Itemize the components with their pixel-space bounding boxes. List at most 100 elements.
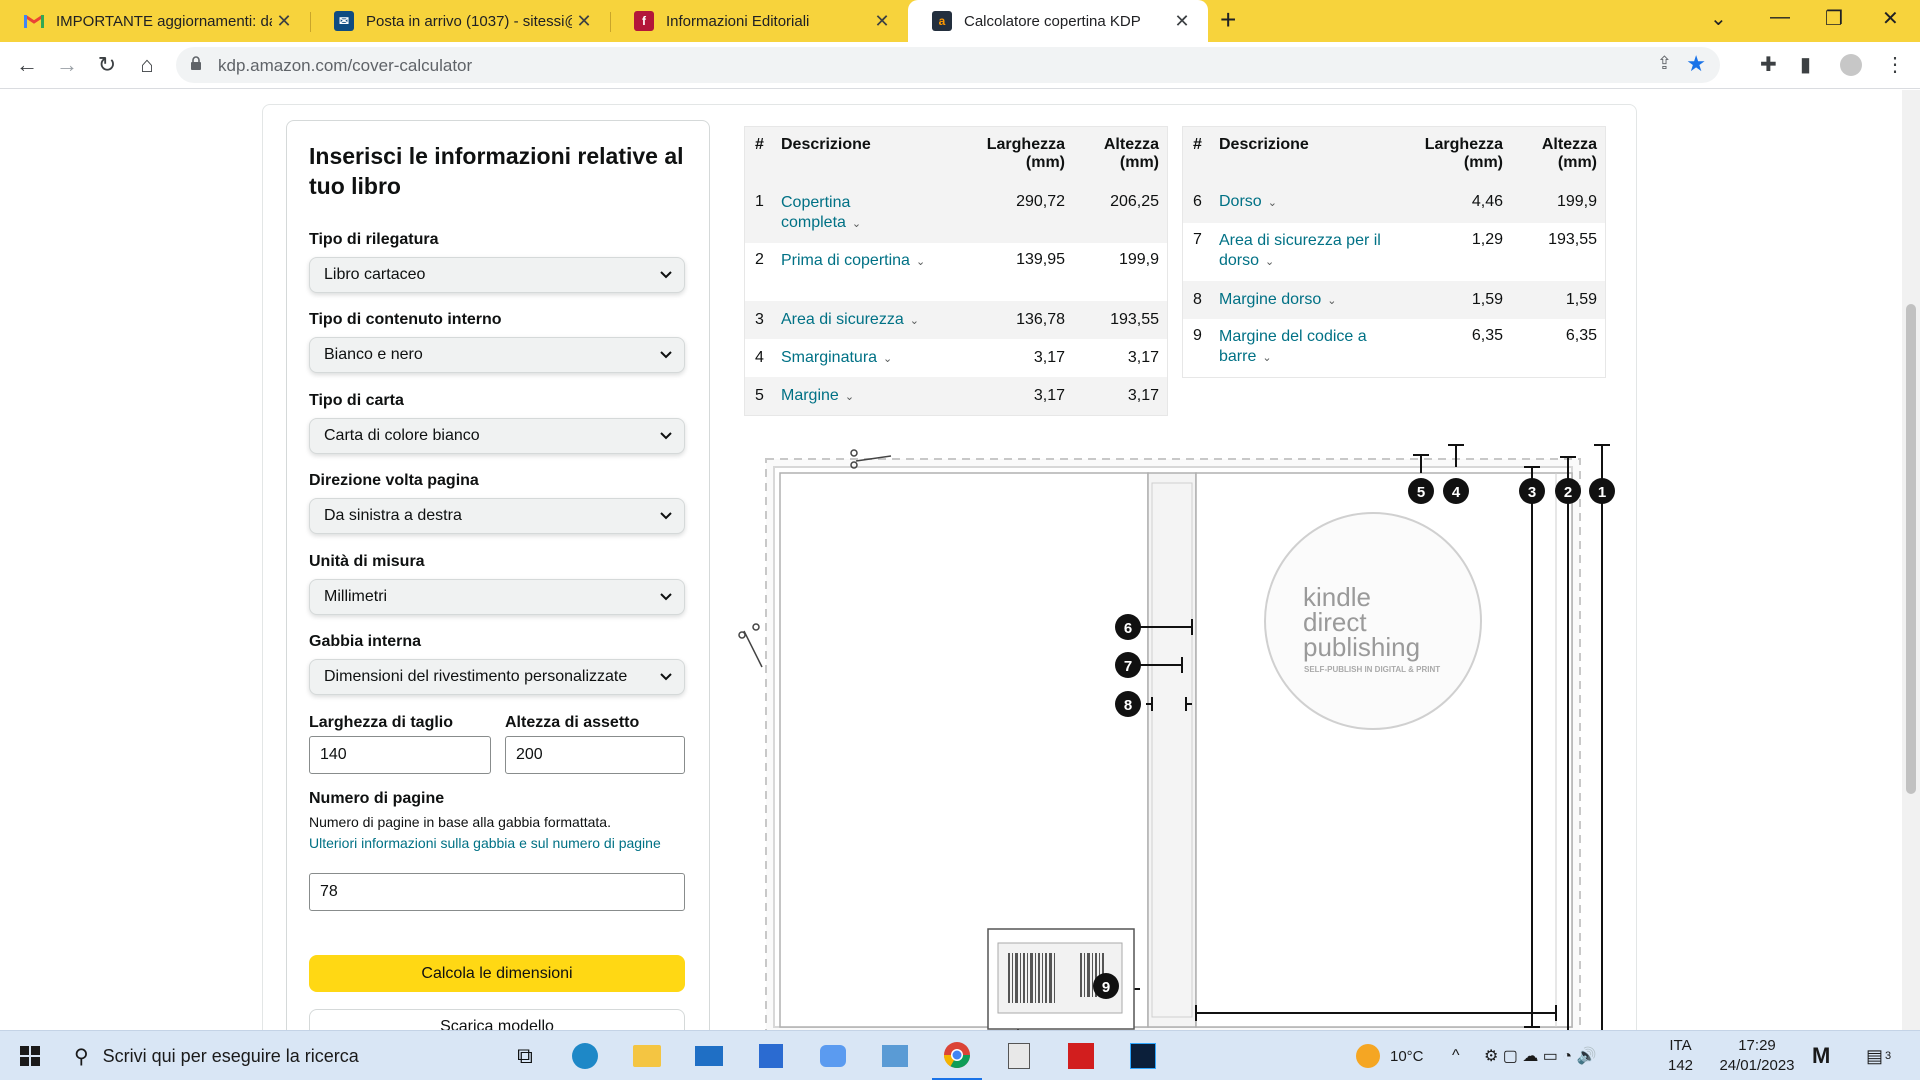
control-panel-icon[interactable] [870,1031,920,1080]
unit-select[interactable]: Millimetri [309,579,685,615]
restore-icon[interactable]: ❐ [1825,6,1843,31]
chrome-icon[interactable] [932,1031,982,1080]
close-icon[interactable]: ✕ [272,11,296,32]
row-desc-link[interactable]: Area di sicurezza per il dorso ⌄ [1219,231,1389,272]
direction-select[interactable]: Da sinistra a destra [309,498,685,534]
chevron-down-icon: ⌄ [1265,256,1275,268]
chat-icon[interactable] [808,1031,858,1080]
row-num: 2 [755,251,764,268]
row-num: 7 [1193,231,1202,248]
trim-width-input[interactable]: 140 [309,736,491,774]
reload-icon[interactable]: ↻ [92,50,122,80]
row-desc-link[interactable]: Smarginatura ⌄ [781,349,971,367]
notification-icon[interactable]: ▤ 3 [1866,1031,1891,1080]
close-window-icon[interactable]: ✕ [1882,6,1899,31]
paper-select[interactable]: Carta di colore bianco [309,418,685,454]
acrobat-icon[interactable] [1056,1031,1106,1080]
pages-input[interactable]: 78 [309,873,685,911]
tray-chevron-icon[interactable]: ^ [1452,1031,1460,1080]
chevron-down-icon: ⌄ [1262,352,1272,364]
row-desc-link[interactable]: Margine dorso ⌄ [1219,291,1409,309]
row-desc-link[interactable]: Area di sicurezza ⌄ [781,311,971,329]
file-explorer-icon[interactable] [622,1031,672,1080]
tab-search-icon[interactable]: ⌄ [1710,6,1727,31]
trim-label: Gabbia interna [309,633,422,650]
table-row: 6 Dorso ⌄ 4,46 199,9 [1183,185,1605,223]
row-desc-link[interactable]: Prima di copertina ⌄ [781,251,931,272]
row-desc: Area di sicurezza [781,311,904,328]
trim-height-input[interactable]: 200 [505,736,685,774]
trim-value: Dimensioni del rivestimento personalizza… [324,668,628,685]
row-num: 4 [755,349,764,366]
tab-editorial[interactable]: f Informazioni Editoriali ✕ [610,0,908,42]
close-icon[interactable]: ✕ [572,11,596,32]
row-desc-link[interactable]: Copertina completa ⌄ [781,193,891,234]
windows-start-icon[interactable] [10,1031,50,1080]
row-desc-link[interactable]: Dorso ⌄ [1219,193,1389,211]
forward-icon[interactable]: → [52,50,82,80]
row-height: 206,25 [1110,193,1159,210]
profile-avatar[interactable] [1840,54,1862,76]
direction-value: Da sinistra a destra [324,507,462,524]
mail-icon: ✉ [334,11,354,31]
marker-9: 9 [1102,979,1110,996]
edge-icon[interactable] [560,1031,610,1080]
trim-info-link[interactable]: Ulteriori informazioni sulla gabbia e su… [309,833,679,853]
row-desc-link[interactable]: Margine ⌄ [781,387,971,405]
chevron-down-icon: ⌄ [915,256,926,268]
weather-widget[interactable]: 10°C [1356,1031,1424,1080]
tab-title: Informazioni Editoriali [666,12,810,30]
row-desc-link[interactable]: Margine del codice a barre ⌄ [1219,327,1379,368]
store-icon[interactable] [746,1031,796,1080]
table-header: # Descrizione Larghezza (mm) Altezza (mm… [745,127,1167,185]
logo-text-publishing: publishing [1303,632,1420,662]
download-template-button[interactable]: Scarica modello [309,1009,685,1030]
task-view-icon[interactable]: ⧉ [500,1031,550,1080]
calculate-button[interactable]: Calcola le dimensioni [309,955,685,992]
interior-select[interactable]: Bianco e nero [309,337,685,373]
new-tab-button[interactable]: + [1220,4,1236,36]
meet-now-icon[interactable]: M [1812,1031,1830,1080]
mail-app-icon[interactable] [684,1031,734,1080]
tab-mail[interactable]: ✉ Posta in arrivo (1037) - sitessi@ti ✕ [310,0,610,42]
marker-6: 6 [1124,620,1132,637]
close-icon[interactable]: ✕ [1170,11,1194,32]
minimize-icon[interactable]: — [1770,6,1790,29]
pages-label: Numero di pagine [309,790,445,807]
tab-kdp-calculator[interactable]: a Calcolatore copertina KDP ✕ [908,0,1208,42]
binding-select[interactable]: Libro cartaceo [309,257,685,293]
side-panel-icon[interactable]: ▮ [1800,52,1811,77]
row-num: 8 [1193,291,1202,308]
documents-icon[interactable] [994,1031,1044,1080]
back-icon[interactable]: ← [12,50,42,80]
home-icon[interactable]: ⌂ [132,50,162,80]
bookmark-star-icon[interactable]: ★ [1686,51,1706,77]
table-row: 9 Margine del codice a barre ⌄ 6,35 6,35 [1183,319,1605,377]
share-icon[interactable]: ⇪ [1657,53,1672,74]
address-bar[interactable]: kdp.amazon.com/cover-calculator ⇪ ★ [176,47,1720,83]
scrollbar-thumb[interactable] [1906,304,1916,794]
row-height: 193,55 [1110,311,1159,328]
language-indicator[interactable]: ITA 142 [1668,1031,1693,1080]
row-desc: Dorso [1219,193,1262,210]
photoshop-icon[interactable] [1118,1031,1168,1080]
paper-value: Carta di colore bianco [324,427,480,444]
taskbar-search[interactable]: ⚲ Scrivi qui per eseguire la ricerca [60,1031,460,1080]
windows-taskbar: ⚲ Scrivi qui per eseguire la ricerca ⧉ 1… [0,1030,1920,1080]
dimensions-table-left: # Descrizione Larghezza (mm) Altezza (mm… [744,126,1168,416]
row-desc: Smarginatura [781,349,878,366]
close-icon[interactable]: ✕ [870,11,894,32]
dimensions-table-right: # Descrizione Larghezza (mm) Altezza (mm… [1182,126,1606,378]
tray-icons[interactable]: ⚙ ▢ ☁ ▭ ◔ 🔊 [1484,1031,1596,1080]
tab-strip: IMPORTANTE aggiornamenti: da ✕ ✉ Posta i… [0,0,1920,42]
clock[interactable]: 17:29 24/01/2023 [1712,1031,1802,1080]
direction-label: Direzione volta pagina [309,472,479,489]
trim-width-label: Larghezza di taglio [309,714,454,731]
table-row: 2 Prima di copertina ⌄ 139,95 199,9 [745,243,1167,301]
tab-gmail[interactable]: IMPORTANTE aggiornamenti: da ✕ [0,0,310,42]
menu-icon[interactable]: ⋮ [1885,52,1905,77]
page-scrollbar[interactable] [1902,90,1920,1030]
extensions-icon[interactable]: ✚ [1760,52,1777,77]
trim-select[interactable]: Dimensioni del rivestimento personalizza… [309,659,685,695]
paper-label: Tipo di carta [309,392,404,409]
